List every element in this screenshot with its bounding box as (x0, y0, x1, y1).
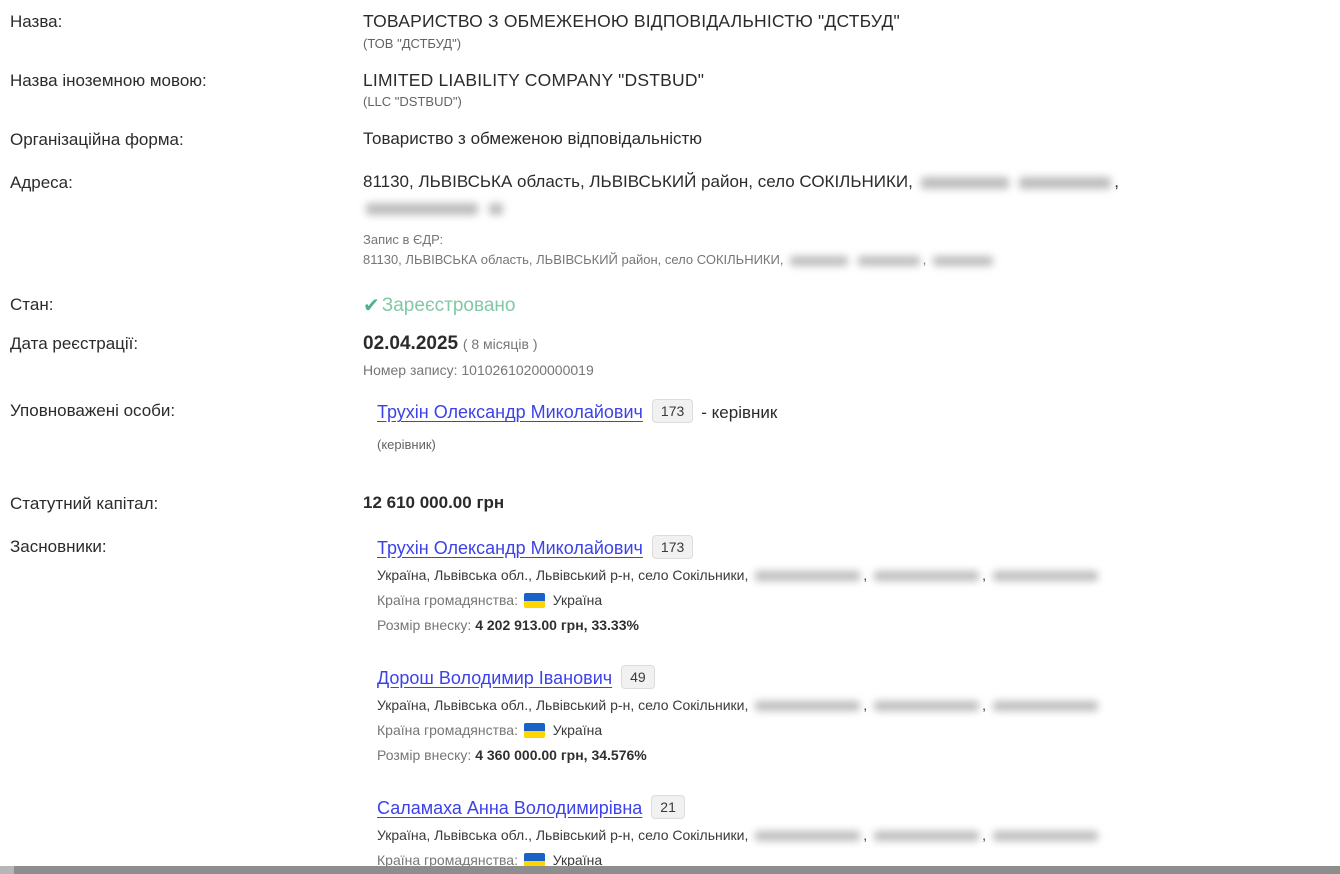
field-row-status: Стан: ✔Зареєстровано (10, 293, 1340, 319)
redacted-address-part (755, 571, 860, 581)
horizontal-scrollbar (0, 866, 1340, 874)
redacted-address-part (921, 177, 1009, 189)
founders-label: Засновники: (10, 535, 363, 558)
founder-count-badge[interactable]: 21 (651, 795, 685, 819)
founder-count-badge[interactable]: 49 (621, 665, 655, 689)
reg-date-value: 02.04.2025 (363, 333, 458, 354)
field-row-reg-date: Дата реєстрації: 02.04.2025 ( 8 місяців … (10, 332, 1340, 379)
org-form-value: Товариство з обмеженою відповідальністю (363, 128, 1340, 150)
redacted-address-part (993, 701, 1098, 711)
redacted-address-part (874, 701, 979, 711)
edr-record-value: 81130, ЛЬВІВСЬКА область, ЛЬВІВСЬКИЙ рай… (363, 252, 1340, 269)
name-label: Назва: (10, 10, 363, 33)
redacted-address-part (933, 256, 993, 266)
capital-label: Статутний капітал: (10, 492, 363, 515)
company-short-name: (ТОВ "ДСТБУД") (363, 36, 1340, 53)
flag-ua-icon (524, 723, 545, 738)
field-row-name-en: Назва іноземною мовою: LIMITED LIABILITY… (10, 69, 1340, 112)
redacted-address-part (366, 203, 478, 215)
name-en-label: Назва іноземною мовою: (10, 69, 363, 92)
founder-address: Україна, Львівська обл., Львівський р-н,… (377, 826, 1340, 845)
address-value: 81130, ЛЬВІВСЬКА область, ЛЬВІВСЬКИЙ рай… (363, 171, 1340, 193)
founder-citizenship: Країна громадянства: Україна (377, 721, 1340, 740)
redacted-address-part (790, 256, 848, 266)
officer-count-badge[interactable]: 173 (652, 399, 693, 423)
address-value-line2 (363, 197, 1340, 219)
company-profile: Назва: ТОВАРИСТВО З ОБМЕЖЕНОЮ ВІДПОВІДАЛ… (0, 0, 1340, 874)
org-form-label: Організаційна форма: (10, 128, 363, 151)
founder-link[interactable]: Саламаха Анна Володимирівна (377, 798, 642, 818)
field-row-name: Назва: ТОВАРИСТВО З ОБМЕЖЕНОЮ ВІДПОВІДАЛ… (10, 10, 1340, 53)
founder-citizenship: Країна громадянства: Україна (377, 591, 1340, 610)
status-badge: Зареєстровано (382, 295, 516, 316)
redacted-address-part (993, 571, 1098, 581)
officer-role-note: (керівник) (377, 437, 1340, 454)
founder-head: Саламаха Анна Володимирівна 21 (377, 795, 1340, 820)
redacted-address-part (489, 203, 503, 215)
redacted-address-part (755, 701, 860, 711)
field-row-capital: Статутний капітал: 12 610 000.00 грн (10, 492, 1340, 515)
flag-ua-icon (524, 593, 545, 608)
officer-link[interactable]: Трухін Олександр Миколайович (377, 402, 643, 422)
founder-item: Саламаха Анна Володимирівна 21 Україна, Л… (377, 795, 1340, 874)
company-short-name-en: (LLC "DSTBUD") (363, 94, 1340, 111)
founder-count-badge[interactable]: 173 (652, 535, 693, 559)
company-age: ( 8 місяців ) (463, 336, 538, 352)
record-number: Номер запису: 10102610200000019 (363, 361, 1340, 379)
field-row-officers: Уповноважені особи: Трухін Олександр Мик… (10, 399, 1340, 453)
field-row-org-form: Організаційна форма: Товариство з обмеже… (10, 128, 1340, 151)
redacted-address-part (755, 831, 860, 841)
address-label: Адреса: (10, 171, 363, 194)
field-row-founders: Засновники: Трухін Олександр Миколайович… (10, 535, 1340, 874)
redacted-address-part (993, 831, 1098, 841)
founder-contribution: Розмір внеску: 4 360 000.00 грн, 34.576% (377, 746, 1340, 765)
founder-item: Дорош Володимир Іванович 49 Україна, Льві… (377, 665, 1340, 765)
founder-link[interactable]: Трухін Олександр Миколайович (377, 538, 643, 558)
status-label: Стан: (10, 293, 363, 316)
founder-address: Україна, Львівська обл., Львівський р-н,… (377, 696, 1340, 715)
redacted-address-part (874, 831, 979, 841)
founder-address: Україна, Львівська обл., Львівський р-н,… (377, 566, 1340, 585)
founder-contribution: Розмір внеску: 4 202 913.00 грн, 33.33% (377, 616, 1340, 635)
founder-head: Дорош Володимир Іванович 49 (377, 665, 1340, 690)
redacted-address-part (874, 571, 979, 581)
redacted-address-part (858, 256, 920, 266)
capital-value: 12 610 000.00 грн (363, 492, 1340, 514)
check-icon: ✔ (363, 295, 380, 317)
field-row-address: Адреса: 81130, ЛЬВІВСЬКА область, ЛЬВІВС… (10, 171, 1340, 269)
officers-label: Уповноважені особи: (10, 399, 363, 422)
founder-link[interactable]: Дорош Володимир Іванович (377, 668, 612, 688)
company-name: ТОВАРИСТВО З ОБМЕЖЕНОЮ ВІДПОВІДАЛЬНІСТЮ … (363, 10, 1340, 33)
edr-record-label: Запис в ЄДР: (363, 232, 1340, 249)
officer-role: - керівник (701, 403, 777, 422)
reg-date-label: Дата реєстрації: (10, 332, 363, 355)
redacted-address-part (1019, 177, 1111, 189)
officer-row: Трухін Олександр Миколайович 173 - керівни… (377, 399, 1340, 424)
horizontal-scrollbar-thumb[interactable] (14, 866, 1340, 874)
company-name-en: LIMITED LIABILITY COMPANY "DSTBUD" (363, 69, 1340, 92)
founder-item: Трухін Олександр Миколайович 173 Україна,… (377, 535, 1340, 635)
founder-head: Трухін Олександр Миколайович 173 (377, 535, 1340, 560)
